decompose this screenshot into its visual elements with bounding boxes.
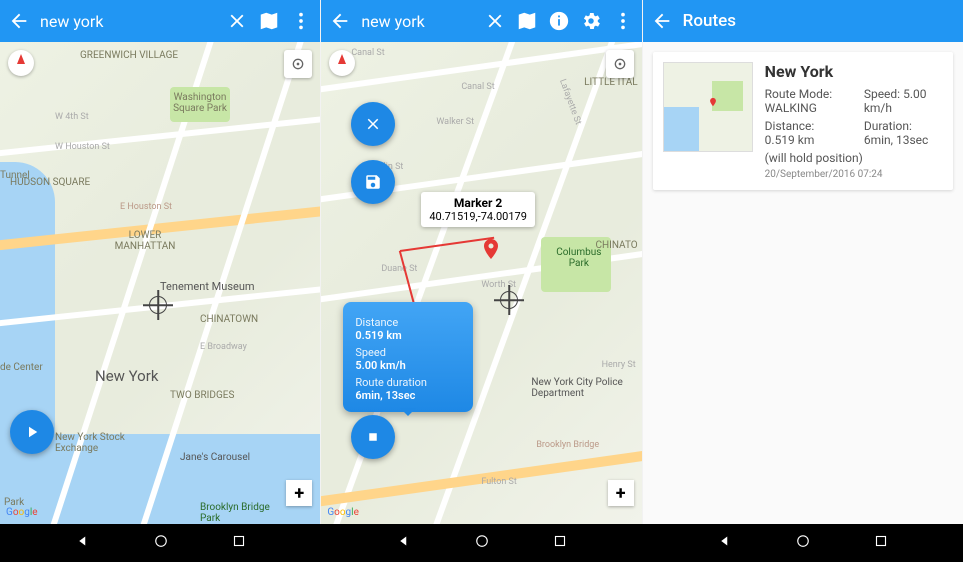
save-route-button[interactable] (351, 160, 395, 204)
nav-back-button[interactable] (74, 532, 92, 554)
appbar: new york (0, 0, 320, 42)
appbar: Routes (643, 0, 963, 42)
back-icon[interactable] (651, 10, 673, 32)
screen-routes-list: Routes New York Route Mode: WALKING Spee… (643, 0, 963, 524)
speed-label: Speed (355, 346, 461, 359)
distance-label: Distance (355, 316, 461, 329)
label-two-bridges: TWO BRIDGES (170, 390, 234, 401)
label-lower-manhattan: LOWER MANHATTAN (105, 230, 185, 252)
route-card[interactable]: New York Route Mode: WALKING Speed: 5.00… (653, 52, 953, 190)
route-distance-value: 0.519 km (765, 133, 815, 147)
route-timestamp: 20/September/2016 07:24 (765, 169, 943, 180)
street-walker: Walker St (436, 117, 474, 127)
label-brooklyn-bridge: Brooklyn Bridge Park (200, 502, 280, 524)
street-duane: Duane St (381, 264, 417, 274)
my-location-button[interactable] (284, 50, 312, 78)
nav-home-button[interactable] (152, 532, 170, 554)
label-columbus-park: Columbus Park (551, 247, 606, 269)
back-icon[interactable] (8, 10, 30, 32)
label-tenement: Tenement Museum (160, 280, 255, 293)
marker-pin-icon (708, 94, 718, 108)
settings-icon[interactable] (580, 10, 602, 32)
nav-recent-button[interactable] (230, 532, 248, 554)
label-washington-sq: Washington Square Park (165, 92, 235, 114)
street-canal2: Canal St (461, 82, 494, 92)
route-mode-label: Route Mode: (765, 87, 832, 101)
label-center: de Center (0, 362, 43, 373)
compass-icon[interactable] (329, 50, 355, 76)
info-icon[interactable] (548, 10, 570, 32)
label-houston: E Houston St (120, 202, 172, 212)
street-canal: Canal St (351, 48, 384, 58)
compass-icon[interactable] (8, 50, 34, 76)
overflow-menu-icon[interactable] (290, 10, 312, 32)
google-logo: Google (327, 507, 359, 518)
android-navbar (0, 524, 963, 562)
marker-tooltip: Marker 240.71519,-74.00179 (421, 192, 535, 227)
route-distance-label: Distance: (765, 119, 815, 133)
label-nyse: New York Stock Exchange (55, 432, 135, 454)
center-crosshair-icon (145, 292, 171, 318)
clear-search-icon[interactable] (226, 10, 248, 32)
clear-search-icon[interactable] (484, 10, 506, 32)
route-title: New York (765, 62, 943, 81)
street-henry: Henry St (602, 360, 636, 370)
route-info-callout: Distance 0.519 km Speed 5.00 km/h Route … (343, 302, 473, 412)
nav-recent-button[interactable] (872, 532, 890, 554)
map-canvas[interactable]: Canal St Canal St Franklin St Walker St … (321, 42, 641, 524)
nav-back-button[interactable] (716, 532, 734, 554)
label-greenwich: GREENWICH VILLAGE (80, 50, 178, 61)
street-brooklyn-bridge: Brooklyn Bridge (536, 440, 599, 450)
map-icon[interactable] (516, 10, 538, 32)
overflow-menu-icon[interactable] (612, 10, 634, 32)
play-button[interactable] (10, 410, 54, 454)
duration-label: Route duration (355, 376, 461, 389)
distance-value: 0.519 km (355, 329, 461, 342)
label-tunnel: Tunnel (0, 170, 30, 181)
nav-back-button[interactable] (395, 532, 413, 554)
label-chinatown: CHINATOWN (200, 314, 258, 325)
close-route-button[interactable] (351, 102, 395, 146)
route-mode-value: WALKING (765, 101, 817, 115)
label-little-italy: LITTLE ITAL (584, 77, 638, 88)
search-input[interactable]: new york (40, 12, 216, 31)
screen-map-search: new york GREENWICH VILLAGE Washington Sq… (0, 0, 321, 524)
map-icon[interactable] (258, 10, 280, 32)
google-logo: Google (6, 507, 38, 518)
label-e-broadway: E Broadway (200, 342, 247, 352)
nav-home-button[interactable] (794, 532, 812, 554)
zoom-in-button[interactable]: + (286, 480, 312, 506)
route-duration-value: 6min, 13sec (864, 133, 928, 147)
label-carousel: Jane's Carousel (180, 452, 250, 463)
nav-home-button[interactable] (473, 532, 491, 554)
stop-button[interactable] (351, 415, 395, 459)
search-input[interactable]: new york (361, 12, 473, 31)
routes-list: New York Route Mode: WALKING Speed: 5.00… (643, 42, 963, 524)
my-location-button[interactable] (606, 50, 634, 78)
street-lafayette: Lafayette St (557, 78, 583, 126)
appbar: new york (321, 0, 641, 42)
route-duration-label: Duration: (864, 119, 912, 133)
marker-pin-icon[interactable] (479, 232, 503, 266)
page-title: Routes (683, 11, 736, 31)
nav-recent-button[interactable] (551, 532, 569, 554)
speed-value: 5.00 km/h (355, 359, 461, 372)
route-thumbnail (663, 62, 753, 152)
center-crosshair-icon (496, 287, 522, 313)
zoom-in-button[interactable]: + (608, 480, 634, 506)
back-icon[interactable] (329, 10, 351, 32)
marker-title: Marker 2 (429, 196, 527, 210)
label-police: New York City Police Department (531, 377, 631, 399)
street-fulton: Fulton St (481, 477, 517, 487)
duration-value: 6min, 13sec (355, 389, 461, 402)
route-hold-position: (will hold position) (765, 151, 943, 165)
label-w4: W 4th St (55, 112, 89, 122)
screen-route-active: new york Canal St Canal St Franklin St W… (321, 0, 642, 524)
map-canvas[interactable]: GREENWICH VILLAGE Washington Square Park… (0, 42, 320, 524)
marker-coords: 40.71519,-74.00179 (429, 210, 527, 223)
label-whouston: W Houston St (55, 142, 110, 152)
route-speed-label: Speed: (864, 87, 900, 101)
label-newyork: New York (95, 367, 158, 385)
